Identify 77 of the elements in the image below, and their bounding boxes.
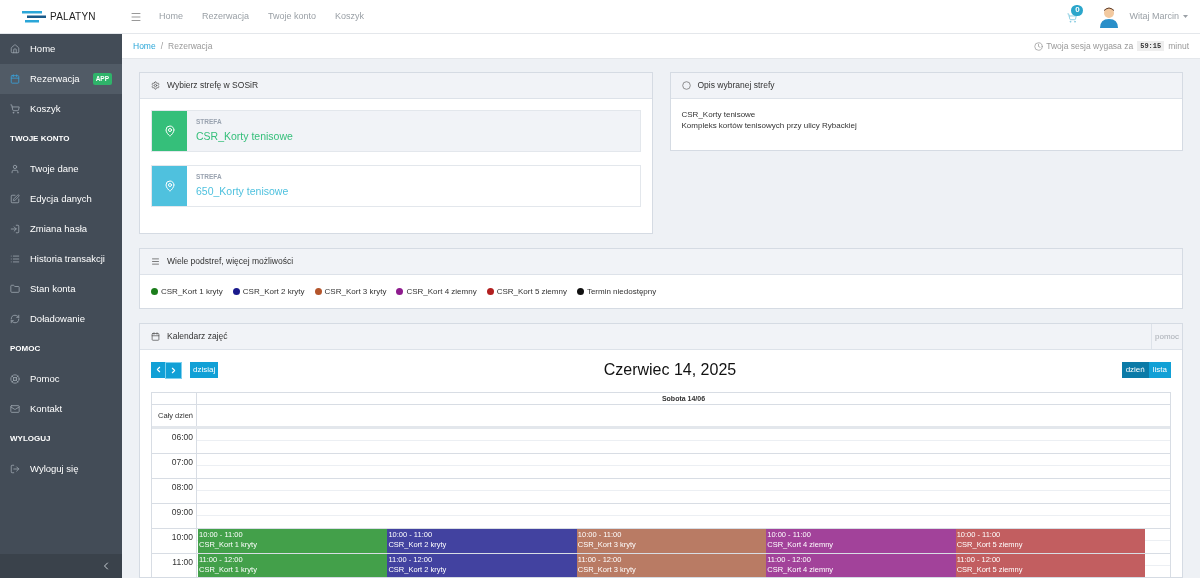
breadcrumb-item[interactable]: Home xyxy=(133,39,156,53)
user-menu[interactable]: Witaj Marcin xyxy=(1129,9,1188,24)
nav-link[interactable]: Koszyk xyxy=(335,9,365,24)
avatar-icon xyxy=(1099,5,1120,28)
lifebuoy-icon xyxy=(10,374,20,384)
menu-icon[interactable] xyxy=(130,10,142,23)
cart-icon xyxy=(1067,12,1078,23)
panel-title: Wybierz strefę w SOSiR xyxy=(167,79,260,92)
sidebar-item[interactable]: Home xyxy=(0,34,122,64)
sidebar-item[interactable]: Doładowanie xyxy=(0,304,122,334)
sidebar-item[interactable]: Zmiana hasła xyxy=(0,214,122,244)
today-button[interactable]: dzisiaj xyxy=(190,362,219,378)
legend-label: CSR_Kort 4 ziemny xyxy=(406,285,477,298)
pin-icon xyxy=(163,125,176,137)
calendar-icon xyxy=(10,74,20,84)
legend-label: Termin niedostępny xyxy=(586,285,657,298)
logo-icon xyxy=(22,10,46,23)
next-button[interactable] xyxy=(165,361,182,379)
settings-icon xyxy=(151,81,160,90)
logout-icon xyxy=(10,464,20,474)
caret-icon xyxy=(1183,15,1188,18)
time-label: 09:00 xyxy=(171,506,193,519)
home-icon xyxy=(10,44,20,54)
breadcrumb-item: Rezerwacja xyxy=(168,39,213,53)
sidebar-item[interactable]: Historia transakcji xyxy=(0,244,122,274)
cart-count-badge: 0 xyxy=(1071,4,1084,16)
sidebar-item[interactable]: Wyloguj się xyxy=(0,454,122,484)
legend-label: CSR_Kort 1 kryty xyxy=(161,285,223,298)
time-label: 11:00 xyxy=(172,556,193,569)
list-icon xyxy=(151,257,160,266)
legend-label: CSR_Kort 5 ziemny xyxy=(496,285,567,298)
panel-title: Kalendarz zajęć xyxy=(167,330,229,343)
sidebar-section-label: POMOC xyxy=(9,343,42,355)
legend-label: CSR_Kort 3 kryty xyxy=(324,285,387,298)
sidebar-section-label: WYLOGUJ xyxy=(9,433,52,445)
time-label: 08:00 xyxy=(171,481,193,494)
sidebar-item[interactable]: Edycja danych xyxy=(0,184,122,214)
session-text: minut xyxy=(1168,39,1189,53)
login-icon xyxy=(10,224,20,234)
legend-label: CSR_Kort 2 kryty xyxy=(242,285,305,298)
previous-button[interactable] xyxy=(151,361,165,378)
time-label: 10:00 xyxy=(171,531,193,544)
zone-name: 650_Korty tenisowe xyxy=(196,183,289,199)
time-label: 07:00 xyxy=(171,456,193,469)
view-toggle[interactable]: lista xyxy=(1148,362,1171,378)
sidebar-item[interactable]: Twoje dane xyxy=(0,154,122,184)
nav-link[interactable]: Rezerwacja xyxy=(202,9,250,24)
cart-icon xyxy=(10,104,20,114)
description-text: CSR_Korty tenisowe xyxy=(681,109,757,120)
sidebar-item[interactable]: Kontakt xyxy=(0,394,122,424)
mail-icon xyxy=(10,404,20,414)
help-link[interactable]: pomoc xyxy=(1151,324,1182,349)
pin-icon xyxy=(163,180,176,192)
brand-name: PALATYN xyxy=(50,10,96,24)
calendar-icon xyxy=(151,332,160,341)
view-toggle[interactable]: dzień xyxy=(1121,362,1149,378)
edit-icon xyxy=(10,194,20,204)
list-icon xyxy=(10,254,20,264)
sidebar-item[interactable]: Pomoc xyxy=(0,364,122,394)
clock-icon xyxy=(1034,41,1044,51)
sidebar-section-label: TWOJE KONTO xyxy=(9,133,71,145)
description-text: Kompleks kortów tenisowych przy ulicy Rybackiej xyxy=(681,120,858,131)
breadcrumb-separator: / xyxy=(160,39,164,53)
panel-title: Opis wybranej strefy xyxy=(697,79,776,92)
panel-title: Wiele podstref, więcej możliwości xyxy=(167,255,295,268)
zone-name: CSR_Korty tenisowe xyxy=(196,128,293,144)
refresh-icon xyxy=(10,314,20,324)
sidebar-item[interactable]: Stan konta xyxy=(0,274,122,304)
sidebar-item[interactable]: Koszyk xyxy=(0,94,122,124)
nav-link[interactable]: Home xyxy=(159,9,183,24)
session-text: Twoja sesja wygasa za xyxy=(1046,39,1134,53)
user-icon xyxy=(10,164,20,174)
folder-icon xyxy=(10,284,20,294)
nav-link[interactable]: Twoje konto xyxy=(268,9,317,24)
chevron-right-icon xyxy=(169,365,178,375)
calendar-date-title: Czerwiec 14, 2025 xyxy=(603,360,737,380)
time-label: 06:00 xyxy=(171,431,193,444)
